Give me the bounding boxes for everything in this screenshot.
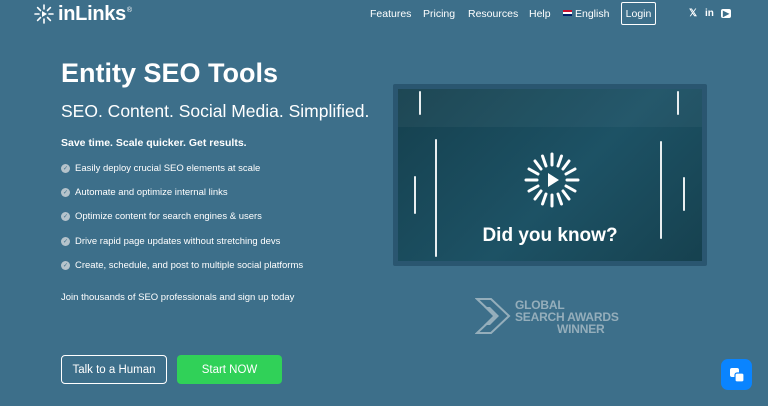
video-line	[677, 91, 679, 115]
join-text: Join thousands of SEO professionals and …	[61, 292, 295, 303]
talk-to-human-button[interactable]: Talk to a Human	[61, 355, 167, 384]
youtube-icon[interactable]: ▶	[721, 9, 732, 18]
uk-flag-icon	[563, 10, 572, 17]
chat-icon	[729, 367, 745, 383]
feature-item: ✓ Automate and optimize internal links	[61, 185, 228, 199]
check-icon: ✓	[61, 236, 70, 246]
nav-pricing[interactable]: Pricing	[423, 8, 455, 20]
feature-item: ✓ Create, schedule, and post to multiple …	[61, 258, 303, 272]
inlinks-logo-icon	[34, 4, 54, 24]
page-title: Entity SEO Tools	[61, 58, 279, 88]
feature-text: Automate and optimize internal links	[75, 186, 228, 198]
play-icon[interactable]	[523, 151, 581, 209]
video-line	[419, 91, 421, 115]
video-line	[683, 177, 685, 211]
video-top-band	[398, 89, 702, 127]
feature-item: ✓ Drive rapid page updates without stretc…	[61, 234, 280, 248]
feature-item: ✓ Optimize content for search engines & u…	[61, 209, 262, 223]
brand-logo[interactable]: inLinks ®	[33, 3, 132, 25]
feature-text: Drive rapid page updates without stretch…	[75, 235, 281, 247]
brand-name: inLinks	[58, 2, 126, 25]
video-caption: Did you know?	[482, 225, 618, 246]
video-line	[414, 176, 416, 214]
top-navbar: inLinks ® Features Pricing Resources Help…	[0, 0, 768, 28]
x-icon[interactable]: 𝕏	[689, 8, 697, 19]
video-player[interactable]: Did you know?	[393, 84, 707, 266]
nav-language[interactable]: English	[563, 8, 609, 20]
award-line-3: WINNER	[557, 322, 605, 336]
hero-subtitle: SEO. Content. Social Media. Simplified.	[61, 101, 370, 121]
check-icon: ✓	[61, 260, 70, 270]
global-search-awards-badge: GLOBAL SEARCH AWARDS WINNER	[475, 293, 635, 343]
video-frame: Did you know?	[398, 89, 702, 261]
start-now-button[interactable]: Start NOW	[177, 355, 282, 384]
award-text: GLOBAL SEARCH AWARDS WINNER	[515, 299, 619, 335]
feature-text: Easily deploy crucial SEO elements at sc…	[75, 162, 261, 174]
nav-help[interactable]: Help	[529, 8, 551, 20]
hero-tagline: Save time. Scale quicker. Get results.	[61, 137, 247, 149]
nav-features[interactable]: Features	[370, 8, 411, 20]
check-icon: ✓	[61, 163, 70, 173]
feature-text: Create, schedule, and post to multiple s…	[75, 259, 304, 271]
linkedin-icon[interactable]: in	[705, 8, 714, 19]
chat-widget-button[interactable]	[721, 359, 752, 390]
feature-item: ✓ Easily deploy crucial SEO elements at s…	[61, 161, 260, 175]
language-label: English	[575, 8, 610, 20]
nav-resources[interactable]: Resources	[468, 8, 518, 20]
check-icon: ✓	[61, 187, 70, 197]
brand-registered: ®	[126, 6, 133, 14]
award-arrow-icon	[475, 298, 511, 334]
login-button[interactable]: Login	[621, 2, 656, 25]
check-icon: ✓	[61, 211, 70, 221]
feature-text: Optimize content for search engines & us…	[75, 210, 262, 222]
